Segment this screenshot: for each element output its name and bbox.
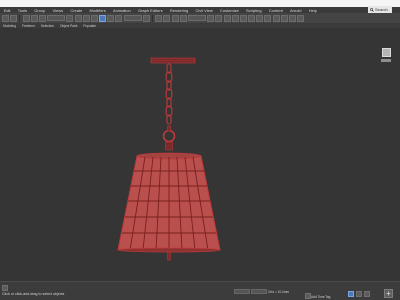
toolbar-separator: [152, 14, 153, 22]
menu-customize[interactable]: Customize: [216, 8, 242, 13]
window-crossing-icon[interactable]: [90, 14, 98, 22]
selection-filter-dropdown[interactable]: [47, 15, 66, 21]
auto-key-icon[interactable]: [348, 291, 354, 297]
add-time-tag[interactable]: Add Time Tag: [311, 295, 330, 299]
reference-coord-dropdown[interactable]: [123, 15, 142, 21]
lamp-wireframe: [117, 57, 221, 261]
unlink-icon[interactable]: [30, 14, 38, 22]
link-icon[interactable]: [22, 14, 30, 22]
curve-editor-icon[interactable]: [239, 14, 247, 22]
menu-graph-editors[interactable]: Graph Editors: [134, 8, 166, 13]
material-editor-icon[interactable]: [256, 14, 264, 22]
ribbon-tab-populate[interactable]: Populate: [80, 24, 99, 28]
y-coordinate-field[interactable]: [251, 289, 267, 294]
menu-rendering[interactable]: Rendering: [166, 8, 192, 13]
menu-arnold[interactable]: Arnold: [286, 8, 305, 13]
render-setup-icon[interactable]: [264, 14, 272, 22]
search-icon: [370, 7, 374, 12]
bind-space-warp-icon[interactable]: [38, 14, 46, 22]
menu-tools[interactable]: Tools: [14, 8, 31, 13]
redo-icon[interactable]: [10, 14, 18, 22]
menu-edit[interactable]: Edit: [0, 8, 14, 13]
search-label: Search: [375, 7, 388, 12]
maxscript-icon[interactable]: [2, 285, 8, 291]
render-icon[interactable]: [280, 14, 288, 22]
title-bar: [0, 0, 400, 7]
x-coordinate-field[interactable]: [234, 289, 250, 294]
menu-animation[interactable]: Animation: [109, 8, 134, 13]
graphite-icon[interactable]: [231, 14, 239, 22]
undo-icon[interactable]: [2, 14, 9, 22]
status-bar: Click or click-and-drag to select object…: [0, 281, 400, 300]
select-by-name-icon[interactable]: [74, 14, 82, 22]
status-hint: Click or click-and-drag to select object…: [2, 292, 65, 296]
perspective-viewport[interactable]: [0, 31, 400, 281]
select-object-icon[interactable]: [66, 14, 74, 22]
menu-create[interactable]: Create: [67, 8, 86, 13]
menu-views[interactable]: Views: [49, 8, 67, 13]
mirror-icon[interactable]: [207, 14, 215, 22]
ribbon-tab-freeform[interactable]: Freeform: [19, 24, 38, 28]
menu-scripting[interactable]: Scripting: [242, 8, 265, 13]
spinner-snap-icon[interactable]: [179, 14, 187, 22]
viewcube[interactable]: [382, 48, 391, 57]
menu-civil-view[interactable]: Civil View: [192, 8, 216, 13]
move-icon[interactable]: [99, 14, 107, 22]
search-box[interactable]: Search: [368, 6, 392, 13]
main-toolbar: [0, 13, 400, 23]
workspace-icon[interactable]: [297, 14, 305, 22]
menu-content[interactable]: Content: [265, 8, 286, 13]
align-icon[interactable]: [215, 14, 223, 22]
time-config-icon[interactable]: [364, 291, 370, 297]
menu-group[interactable]: Group: [31, 8, 49, 13]
schematic-icon[interactable]: [248, 14, 256, 22]
scale-icon[interactable]: [115, 14, 123, 22]
layer-icon[interactable]: [223, 14, 231, 22]
ribbon-tab-modeling[interactable]: Modeling: [0, 24, 19, 28]
grid-readout: Grid = 10,0mm: [268, 290, 290, 294]
percent-snap-icon[interactable]: [171, 14, 179, 22]
ai-render-icon[interactable]: [289, 14, 296, 22]
add-icon[interactable]: +: [384, 289, 393, 298]
named-selection-dropdown[interactable]: [187, 15, 206, 21]
ribbon-tab-object-paint[interactable]: Object Paint: [57, 24, 80, 28]
pivot-icon[interactable]: [142, 14, 150, 22]
angle-snap-icon[interactable]: [163, 14, 171, 22]
ribbon-tab-selection[interactable]: Selection: [38, 24, 57, 28]
toolbar-separator: [19, 14, 21, 22]
menu-modifiers[interactable]: Modifiers: [86, 8, 109, 13]
rect-select-icon[interactable]: [82, 14, 90, 22]
rotate-icon[interactable]: [107, 14, 115, 22]
menu-help[interactable]: Help: [305, 8, 320, 13]
viewcube-compass[interactable]: [381, 59, 391, 62]
rendered-frame-icon[interactable]: [272, 14, 280, 22]
snap-icon[interactable]: [155, 14, 163, 22]
play-icon[interactable]: [356, 291, 362, 297]
